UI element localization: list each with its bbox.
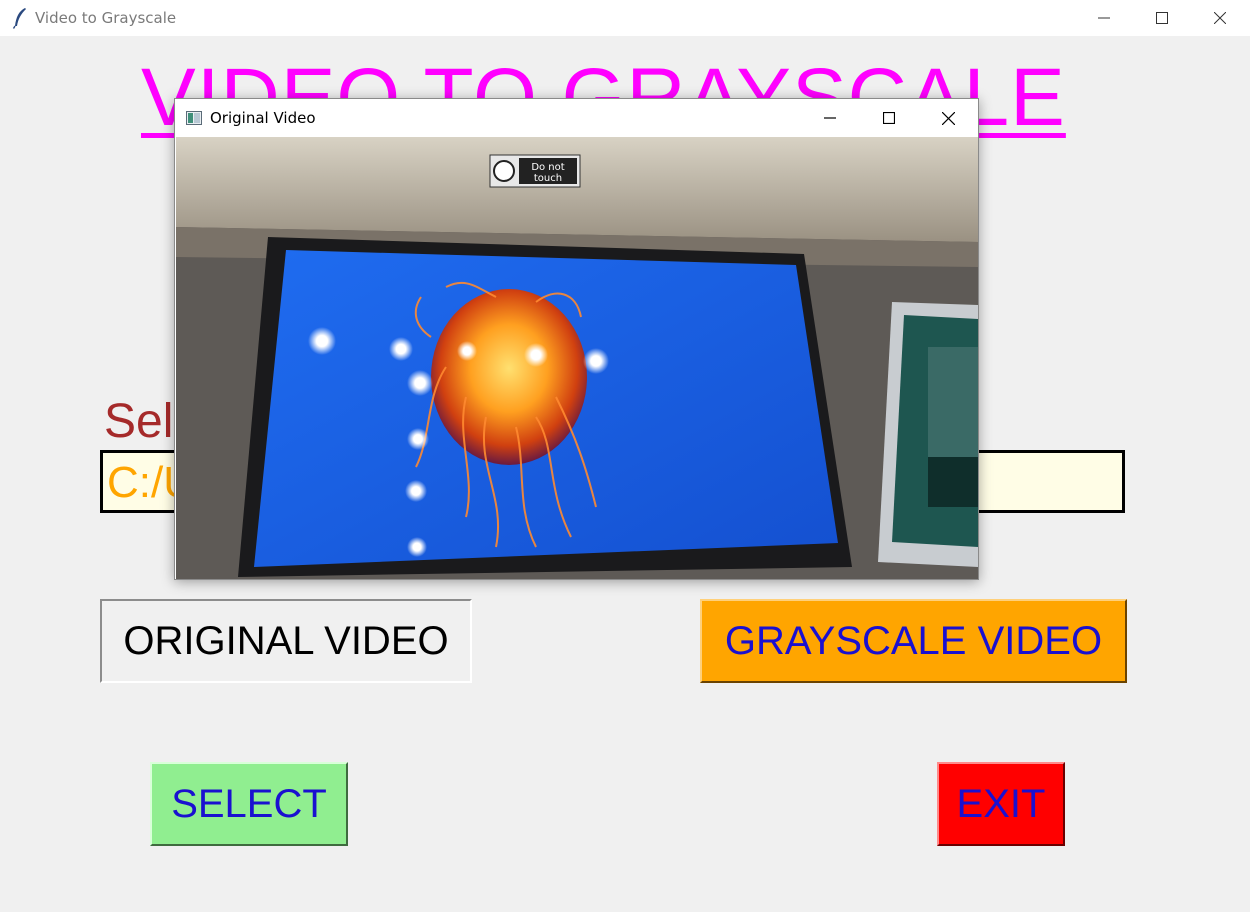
sign-text-1: Do not: [531, 162, 564, 173]
select-button[interactable]: SELECT: [150, 762, 348, 846]
window-title: Video to Grayscale: [35, 9, 177, 27]
popup-title: Original Video: [210, 109, 316, 127]
close-button[interactable]: [1191, 0, 1249, 36]
window-titlebar[interactable]: Video to Grayscale: [0, 0, 1250, 36]
grayscale-video-button[interactable]: GRAYSCALE VIDEO: [700, 599, 1127, 683]
popup-close-button[interactable]: [919, 99, 977, 137]
feather-icon: [12, 7, 28, 29]
maximize-icon: [1156, 12, 1168, 24]
minimize-icon: [1098, 17, 1110, 19]
original-video-window[interactable]: Original Video Do not touch: [174, 98, 979, 580]
opencv-window-icon: [186, 111, 202, 125]
close-icon: [941, 111, 955, 125]
popup-maximize-button[interactable]: [860, 99, 918, 137]
select-video-label: Sel: [104, 395, 174, 448]
close-icon: [1214, 12, 1226, 24]
maximize-button[interactable]: [1133, 0, 1191, 36]
video-frame: Do not touch: [176, 137, 978, 579]
sign-text-2: touch: [534, 173, 562, 184]
popup-titlebar[interactable]: Original Video: [175, 99, 978, 137]
minimize-icon: [824, 117, 836, 119]
original-video-button[interactable]: ORIGINAL VIDEO: [100, 599, 472, 683]
maximize-icon: [883, 112, 895, 124]
minimize-button[interactable]: [1075, 0, 1133, 36]
popup-minimize-button[interactable]: [801, 99, 859, 137]
exit-button[interactable]: EXIT: [937, 762, 1065, 846]
video-frame-image: Do not touch: [176, 137, 978, 579]
